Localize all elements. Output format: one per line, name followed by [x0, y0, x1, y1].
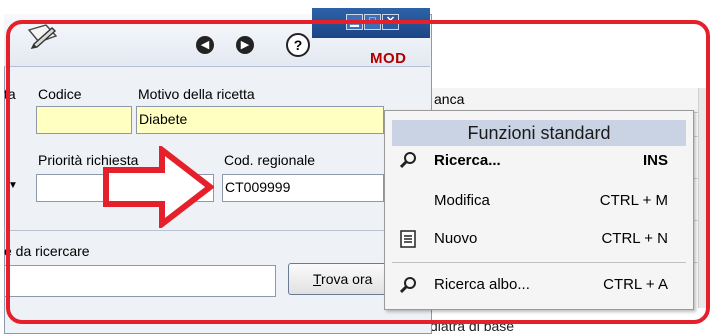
annotation-highlight-box [6, 20, 710, 324]
